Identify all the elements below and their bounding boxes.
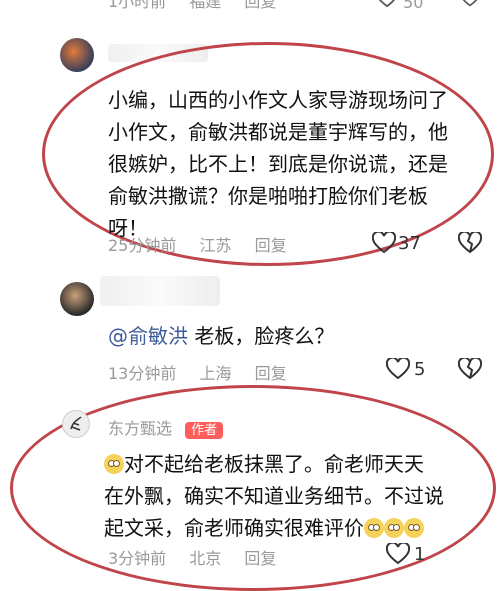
broken-heart-icon: [458, 232, 482, 254]
top-location: 福建: [189, 0, 222, 11]
top-meta-row: 1小时前 福建 回复 50: [108, 0, 500, 12]
dislike-button[interactable]: [458, 232, 482, 254]
heart-icon: [386, 358, 410, 380]
heart-icon: [386, 543, 410, 565]
scared-emoji-icon: [384, 518, 404, 538]
reply-button[interactable]: 回复: [244, 549, 276, 568]
mention-link[interactable]: @俞敏洪: [108, 324, 188, 348]
like-count: 37: [398, 232, 421, 254]
comment-meta: 3分钟前 北京 回复: [108, 545, 488, 569]
comment-text: 小编，山西的小作文人家导游现场问了 小作文，俞敏洪都说是董宇辉写的，他 很嫉妒，…: [108, 84, 488, 244]
like-button[interactable]: 1: [386, 543, 425, 565]
reply-button[interactable]: 回复: [255, 236, 287, 255]
author-badge: 作者: [185, 422, 224, 439]
comment-line: 在外飘，确实不知道业务细节。不过说: [104, 484, 444, 508]
avatar[interactable]: [62, 410, 90, 438]
like-count: 5: [414, 358, 426, 380]
username-blurred: [100, 276, 220, 306]
avatar[interactable]: [60, 38, 94, 72]
comment-line: 对不起给老板抹黑了。俞老师天天: [124, 452, 424, 476]
scared-emoji-icon: [404, 518, 424, 538]
heart-icon: [378, 0, 396, 8]
comment-location: 江苏: [199, 236, 232, 255]
comment-body: 老板，脸疼么？: [188, 324, 335, 348]
comment-line: 俞敏洪撒谎？你是啪啪打脸你们老板: [108, 184, 428, 208]
comment-meta: 13分钟前 上海 回复: [108, 360, 488, 384]
like-count: 1: [414, 543, 426, 565]
author-name[interactable]: 东方甄选: [108, 419, 172, 438]
comment-meta: 25分钟前 江苏 回复: [108, 232, 488, 256]
author-name-row: 东方甄选 作者: [108, 415, 224, 439]
comment-location: 北京: [189, 549, 222, 568]
heart-icon: [372, 232, 396, 254]
top-time: 1小时前: [108, 0, 167, 11]
comment-line: 小作文，俞敏洪都说是董宇辉写的，他: [108, 120, 448, 144]
broken-heart-icon: [458, 358, 482, 380]
brand-logo-icon: [70, 416, 82, 431]
worried-emoji-icon: [104, 454, 124, 474]
comment-text: 对不起给老板抹黑了。俞老师天天 在外飘，确实不知道业务细节。不过说 起文采，俞老…: [104, 448, 490, 544]
comment-time: 13分钟前: [108, 364, 177, 383]
comment-line: 起文采，俞老师确实很难评价: [104, 516, 364, 540]
top-reply-button[interactable]: 回复: [244, 0, 276, 11]
dislike-button[interactable]: [458, 358, 482, 380]
comment-time: 25分钟前: [108, 236, 177, 255]
comment-location: 上海: [199, 364, 232, 383]
like-button[interactable]: 5: [386, 358, 425, 380]
like-button[interactable]: 37: [372, 232, 421, 254]
top-like-group[interactable]: 50: [376, 0, 441, 12]
comment-time: 3分钟前: [108, 549, 167, 568]
scared-emoji-icon: [364, 518, 384, 538]
top-like-count: 50: [403, 0, 424, 12]
comment-line: 小编，山西的小作文人家导游现场问了: [108, 88, 448, 112]
comment-line: 很嫉妒，比不上！到底是你说谎，还是: [108, 152, 448, 176]
comment-text: @俞敏洪 老板，脸疼么？: [108, 320, 488, 352]
reply-button[interactable]: 回复: [255, 364, 287, 383]
dislike-icon[interactable]: [460, 0, 480, 8]
avatar[interactable]: [60, 282, 94, 316]
